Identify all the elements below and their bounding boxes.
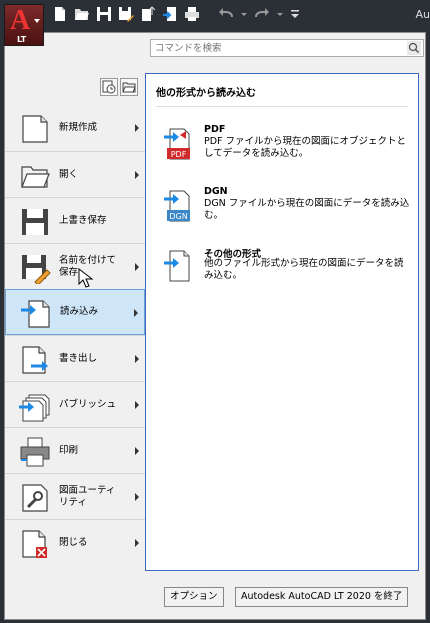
nav-item-publish[interactable]: パブリッシュ xyxy=(5,381,145,427)
entry-description: DGN ファイルから現在の図面にデータを読み込む。 xyxy=(204,198,410,221)
nav-item-new[interactable]: 新規作成 xyxy=(5,105,145,151)
application-menu-nav: 新規作成 開く 上書き保存 名前を付けて保存 読み込み 書き出し パブリッシュ … xyxy=(5,105,145,565)
other-format-import-icon xyxy=(164,250,190,282)
undo-icon[interactable] xyxy=(218,6,234,22)
pdf-badge: PDF xyxy=(171,150,187,159)
chevron-right-icon xyxy=(135,447,139,455)
chevron-right-icon xyxy=(135,171,139,179)
options-button[interactable]: オプション xyxy=(164,587,224,607)
save-icon[interactable] xyxy=(96,6,112,22)
divider xyxy=(156,106,408,107)
wrench-icon xyxy=(22,484,48,512)
nav-item-close[interactable]: 閉じる xyxy=(5,519,145,565)
import-dgn-item[interactable]: DGN DGN DGN ファイルから現在の図面にデータを読み込む。 xyxy=(164,186,410,230)
autocad-logo-icon: A xyxy=(10,5,31,36)
entry-description: PDF ファイルから現在の図面にオブジェクトとしてデータを読み込む。 xyxy=(204,136,407,159)
open-folder-icon xyxy=(21,166,50,188)
entry-description: 他のファイル形式から現在の図面にデータを読み込む。 xyxy=(204,258,404,281)
mouse-cursor-icon xyxy=(78,268,94,288)
nav-item-save[interactable]: 上書き保存 xyxy=(5,197,145,243)
chevron-right-icon xyxy=(135,124,139,132)
save-as-icon[interactable] xyxy=(118,6,134,22)
chevron-right-icon xyxy=(135,263,139,271)
window-title: Au xyxy=(415,8,430,21)
recent-documents-button[interactable] xyxy=(100,78,118,96)
chevron-right-icon xyxy=(135,539,139,547)
new-document-icon xyxy=(22,115,48,143)
nav-item-import[interactable]: 読み込み xyxy=(5,289,145,335)
nav-label: 上書き保存 xyxy=(59,214,107,226)
publish-icon xyxy=(19,394,50,422)
search-input[interactable] xyxy=(151,40,401,56)
application-menu-button[interactable]: A LT xyxy=(4,4,44,46)
quick-access-toolbar xyxy=(52,6,300,22)
nav-item-print[interactable]: 印刷 xyxy=(5,427,145,473)
entry-title: DGN xyxy=(204,186,228,197)
entry-title: PDF xyxy=(204,124,226,135)
nav-item-export[interactable]: 書き出し xyxy=(5,335,145,381)
import-submenu-panel: 他の形式から読み込む PDF PDF PDF ファイルから現在の図面にオブジェク… xyxy=(145,73,419,571)
open-documents-button[interactable] xyxy=(120,78,138,96)
plot-icon[interactable] xyxy=(184,6,200,22)
redo-icon[interactable] xyxy=(254,6,270,22)
chevron-right-icon xyxy=(135,355,139,363)
nav-item-drawing-utilities[interactable]: 図面ユーティリティ xyxy=(5,473,145,519)
recent-documents-icon xyxy=(102,80,116,94)
nav-label: 閉じる xyxy=(59,536,88,548)
document-view-toggles xyxy=(100,78,138,96)
search-icon[interactable] xyxy=(407,41,421,55)
close-document-icon xyxy=(22,530,47,558)
exit-autocad-button[interactable]: Autodesk AutoCAD LT 2020 を終了 xyxy=(235,587,409,607)
panel-title: 他の形式から読み込む xyxy=(156,88,256,99)
import-pdf-item[interactable]: PDF PDF PDF ファイルから現在の図面にオブジェクトとしてデータを読み込… xyxy=(164,124,410,168)
import-other-formats-item[interactable]: その他の形式 他のファイル形式から現在の図面にデータを読み込む。 xyxy=(164,246,410,290)
chevron-right-icon xyxy=(134,309,138,317)
chevron-right-icon xyxy=(135,493,139,501)
title-bar: A LT Au xyxy=(0,0,430,46)
open-icon[interactable] xyxy=(74,6,90,22)
print-icon xyxy=(20,437,50,467)
redo-dropdown-icon[interactable] xyxy=(276,6,284,22)
nav-label: パブリッシュ xyxy=(59,398,117,410)
import-icon xyxy=(21,300,50,328)
customize-toolbar-icon[interactable] xyxy=(290,6,300,22)
save-as-icon xyxy=(22,255,51,284)
lt-badge: LT xyxy=(17,35,27,44)
nav-item-save-as[interactable]: 名前を付けて保存 xyxy=(5,243,145,289)
application-menu: 新規作成 開く 上書き保存 名 xyxy=(4,32,426,620)
undo-dropdown-icon[interactable] xyxy=(240,6,248,22)
dgn-import-icon: DGN xyxy=(164,190,190,222)
chevron-right-icon xyxy=(135,401,139,409)
new-icon[interactable] xyxy=(52,6,68,22)
nav-label: 図面ユーティリティ xyxy=(59,484,116,508)
export-icon xyxy=(22,346,48,374)
upload-icon[interactable] xyxy=(140,6,156,22)
nav-label: 開く xyxy=(59,168,79,180)
nav-item-open[interactable]: 開く xyxy=(5,151,145,197)
download-icon[interactable] xyxy=(162,6,178,22)
dgn-badge: DGN xyxy=(169,212,187,221)
save-icon xyxy=(22,209,48,235)
pdf-import-icon: PDF xyxy=(164,128,190,160)
nav-label: 印刷 xyxy=(59,444,79,456)
nav-label: 書き出し xyxy=(59,352,98,364)
nav-label: 新規作成 xyxy=(59,122,98,133)
chevron-down-icon xyxy=(34,19,40,23)
command-search[interactable] xyxy=(150,39,424,57)
open-documents-icon xyxy=(122,82,136,93)
nav-label: 読み込み xyxy=(60,306,99,317)
